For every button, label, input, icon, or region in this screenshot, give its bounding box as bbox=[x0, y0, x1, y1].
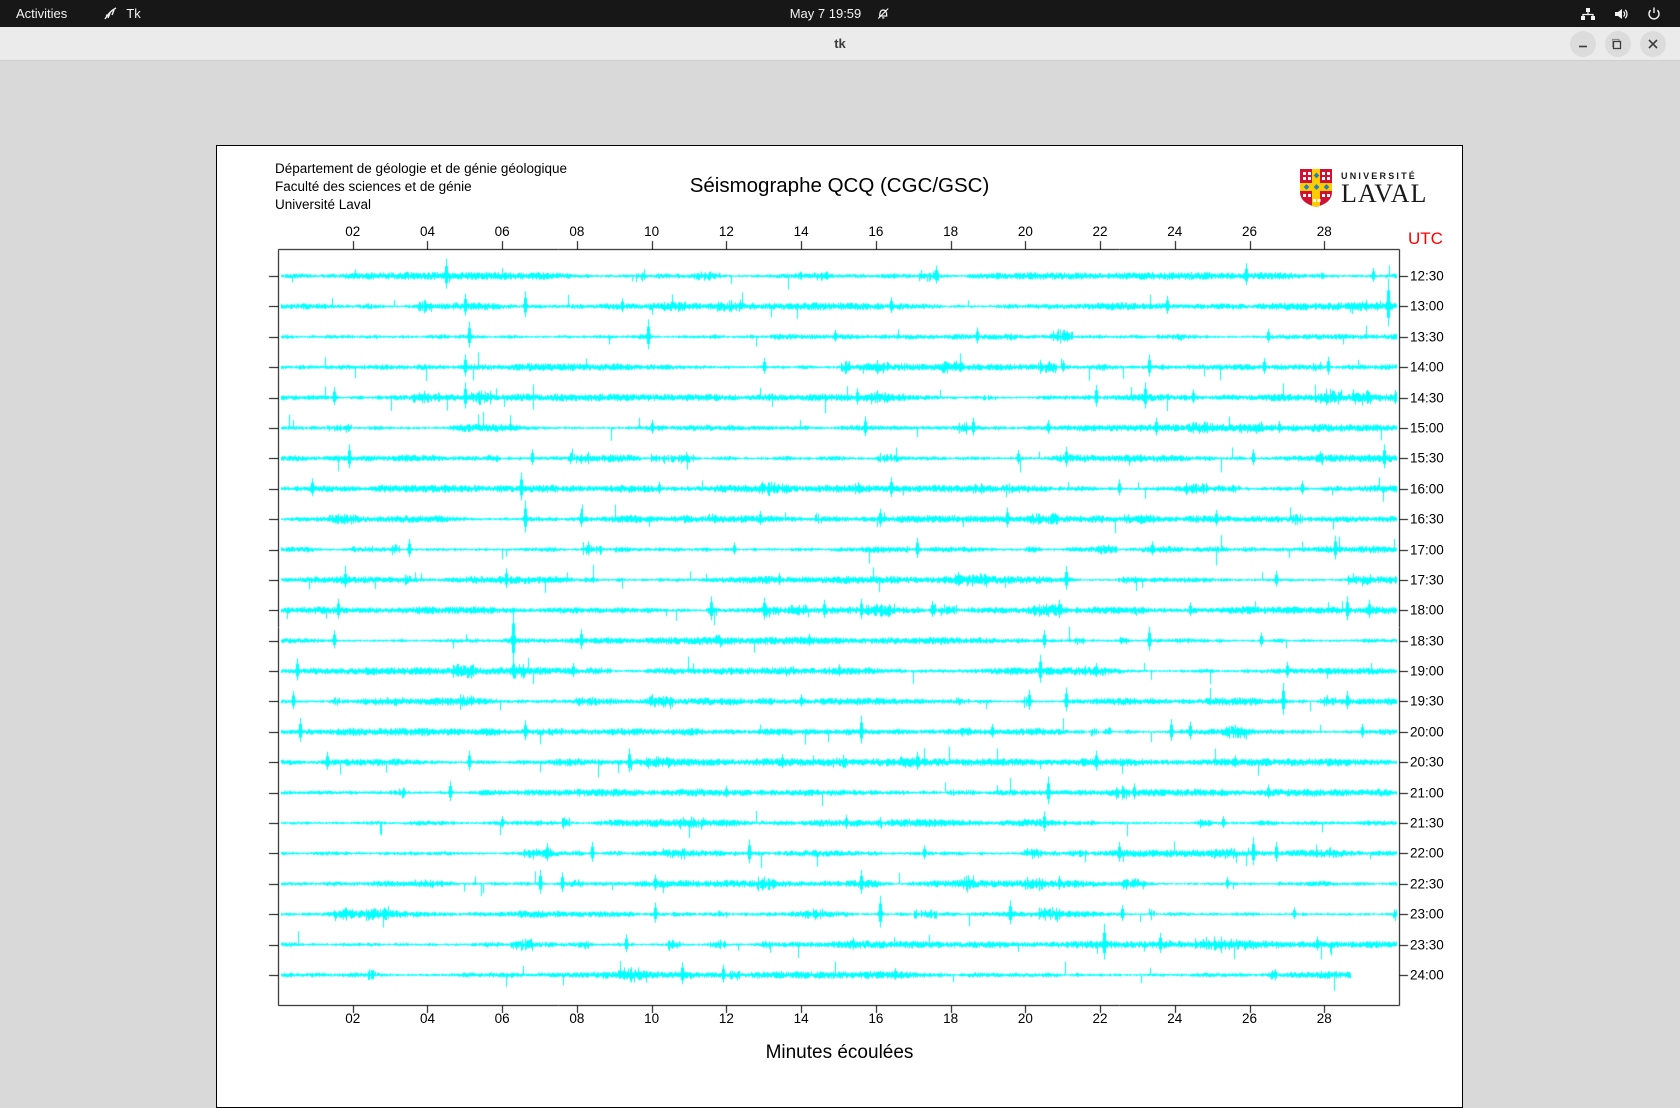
x-tick-label-top: 06 bbox=[494, 224, 510, 239]
time-label: 15:00 bbox=[1410, 420, 1444, 436]
x-tick-label-top: 16 bbox=[868, 224, 884, 239]
gnome-top-bar: Activities Tk May 7 19:59 bbox=[0, 0, 1680, 27]
x-tick-label-top: 14 bbox=[793, 224, 809, 239]
x-tick-label-bottom: 28 bbox=[1316, 1011, 1332, 1026]
x-tick-label-top: 20 bbox=[1017, 224, 1033, 239]
time-label: 20:00 bbox=[1410, 724, 1444, 740]
time-label: 19:00 bbox=[1410, 663, 1444, 679]
tk-window-body: Département de géologie et de génie géol… bbox=[0, 61, 1680, 1108]
time-label: 15:30 bbox=[1410, 450, 1444, 466]
time-label: 21:00 bbox=[1410, 785, 1444, 801]
x-tick-label-top: 24 bbox=[1167, 224, 1183, 239]
time-label: 23:30 bbox=[1410, 937, 1444, 953]
time-label: 24:00 bbox=[1410, 967, 1444, 983]
time-label: 14:30 bbox=[1410, 390, 1444, 406]
x-tick-label-top: 02 bbox=[345, 224, 361, 239]
x-tick-label-top: 28 bbox=[1316, 224, 1332, 239]
time-label: 19:30 bbox=[1410, 693, 1444, 709]
utc-axis-label: UTC bbox=[1408, 229, 1443, 248]
app-menu[interactable]: Tk bbox=[103, 6, 141, 21]
time-label: 22:00 bbox=[1410, 845, 1444, 861]
seismograph-canvas-frame: Département de géologie et de génie géol… bbox=[216, 145, 1463, 1108]
time-label: 20:30 bbox=[1410, 754, 1444, 770]
x-tick-label-bottom: 22 bbox=[1092, 1011, 1108, 1026]
x-tick-label-bottom: 24 bbox=[1167, 1011, 1183, 1026]
maximize-button[interactable] bbox=[1605, 31, 1631, 57]
x-tick-label-bottom: 02 bbox=[345, 1011, 361, 1026]
time-label: 17:30 bbox=[1410, 572, 1444, 588]
x-tick-label-bottom: 18 bbox=[943, 1011, 959, 1026]
system-status-area[interactable] bbox=[1580, 0, 1680, 27]
time-label: 22:30 bbox=[1410, 876, 1444, 892]
x-tick-label-top: 08 bbox=[569, 224, 585, 239]
time-label: 23:00 bbox=[1410, 906, 1444, 922]
time-label: 13:30 bbox=[1410, 329, 1444, 345]
x-tick-label-bottom: 20 bbox=[1017, 1011, 1033, 1026]
time-label: 18:30 bbox=[1410, 633, 1444, 649]
x-tick-label-top: 04 bbox=[419, 224, 435, 239]
power-icon bbox=[1646, 6, 1662, 22]
x-tick-label-bottom: 16 bbox=[868, 1011, 884, 1026]
x-tick-label-bottom: 10 bbox=[644, 1011, 660, 1026]
activities-button[interactable]: Activities bbox=[16, 6, 67, 21]
window-title-bar[interactable]: tk bbox=[0, 27, 1680, 61]
seismogram-plot bbox=[217, 146, 1462, 1107]
time-label: 18:00 bbox=[1410, 602, 1444, 618]
clock-area[interactable]: May 7 19:59 bbox=[790, 6, 891, 21]
time-label: 21:30 bbox=[1410, 815, 1444, 831]
time-label: 12:30 bbox=[1410, 268, 1444, 284]
close-button[interactable] bbox=[1640, 31, 1666, 57]
time-label: 14:00 bbox=[1410, 359, 1444, 375]
time-label: 17:00 bbox=[1410, 542, 1444, 558]
time-label: 16:00 bbox=[1410, 481, 1444, 497]
x-tick-label-bottom: 04 bbox=[419, 1011, 435, 1026]
app-menu-label: Tk bbox=[126, 6, 141, 21]
x-tick-label-top: 10 bbox=[644, 224, 660, 239]
x-tick-label-bottom: 06 bbox=[494, 1011, 510, 1026]
x-tick-label-top: 18 bbox=[943, 224, 959, 239]
clock-label: May 7 19:59 bbox=[789, 6, 862, 21]
tk-icon bbox=[103, 6, 118, 21]
volume-icon bbox=[1613, 6, 1629, 22]
time-label: 16:30 bbox=[1410, 511, 1444, 527]
minimize-button[interactable] bbox=[1570, 31, 1596, 57]
x-axis-title: Minutes écoulées bbox=[765, 1042, 914, 1063]
window-title: tk bbox=[834, 36, 846, 51]
network-icon bbox=[1580, 6, 1596, 22]
x-tick-label-top: 12 bbox=[718, 224, 734, 239]
x-tick-label-bottom: 08 bbox=[569, 1011, 585, 1026]
time-label: 13:00 bbox=[1410, 298, 1444, 314]
x-tick-label-bottom: 26 bbox=[1242, 1011, 1258, 1026]
x-tick-label-bottom: 12 bbox=[718, 1011, 734, 1026]
notifications-muted-icon bbox=[875, 6, 890, 21]
x-tick-label-top: 26 bbox=[1242, 224, 1258, 239]
x-tick-label-bottom: 14 bbox=[793, 1011, 809, 1026]
x-tick-label-top: 22 bbox=[1092, 224, 1108, 239]
